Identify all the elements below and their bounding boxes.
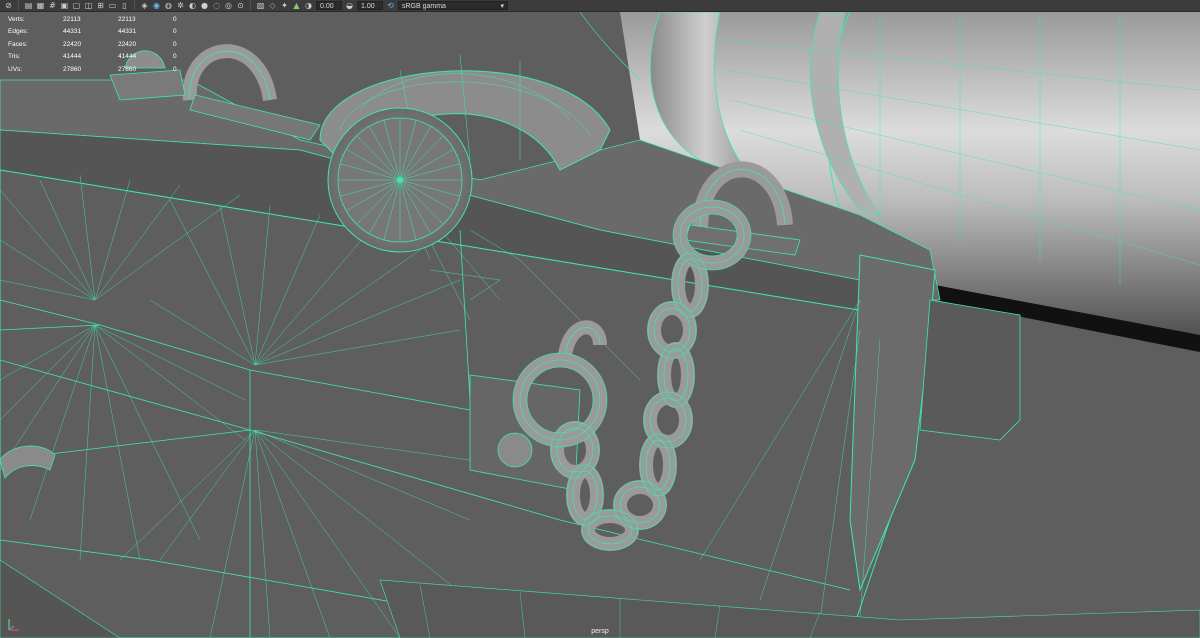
perspective-viewport[interactable] [0, 12, 1200, 638]
exposure-icon[interactable]: ◑ [304, 1, 313, 10]
bookmark-icon[interactable]: ▤ [24, 1, 33, 10]
gamma-field[interactable]: 1.00 [357, 1, 383, 10]
hud-label: Tris: [8, 53, 21, 61]
backface-icon[interactable]: ▲ [292, 1, 301, 10]
hud-value: 0 [173, 15, 177, 23]
motion-blur-icon[interactable]: ◌ [212, 1, 221, 10]
color-space-label: sRGB gamma [402, 3, 446, 10]
color-space-select[interactable]: sRGB gamma ▾ [398, 1, 508, 10]
hud-value: 22420 [63, 40, 82, 48]
hud-value: 44331 [63, 28, 82, 36]
hud-label: Edges: [8, 28, 29, 36]
smooth-shade-icon[interactable]: ◉ [152, 1, 161, 10]
ambient-occlusion-icon[interactable]: ● [200, 1, 209, 10]
hud-value: 41444 [118, 53, 137, 61]
hud-value: 22420 [118, 40, 137, 48]
toolbar-divider [134, 1, 135, 10]
hud-label: UVs: [8, 65, 23, 73]
film-gate-icon[interactable]: ▣ [60, 1, 69, 10]
hud-row-tris: Tris: 41444 41444 0 [8, 51, 193, 64]
hud-value: 27860 [63, 65, 82, 73]
hud-row-verts: Verts: 22113 22113 0 [8, 13, 193, 26]
field-chart-icon[interactable]: ⊞ [96, 1, 105, 10]
chevron-down-icon: ▾ [500, 3, 504, 10]
hud-label: Verts: [8, 15, 25, 23]
hud-row-uvs: UVs: 27860 27860 0 [8, 63, 193, 76]
hud-value: 22113 [63, 15, 81, 23]
hud-value: 22113 [118, 15, 136, 23]
safe-title-icon[interactable]: ▯ [120, 1, 129, 10]
hud-value: 27860 [118, 65, 137, 73]
hud-value: 44331 [118, 28, 137, 36]
grid-icon[interactable]: # [48, 1, 57, 10]
gamma-icon[interactable]: ◒ [345, 1, 354, 10]
textured-icon[interactable]: ◍ [164, 1, 173, 10]
anti-alias-icon[interactable]: ◎ [224, 1, 233, 10]
hud-label: Faces: [8, 40, 28, 48]
exposure-field[interactable]: 0.00 [316, 1, 342, 10]
camera-name-label: persp [591, 628, 609, 635]
toolbar-divider [250, 1, 251, 10]
isolate-icon[interactable]: ▨ [256, 1, 265, 10]
toolbar-divider [18, 1, 19, 10]
resolution-gate-icon[interactable]: ▢ [72, 1, 81, 10]
gate-mask-icon[interactable]: ◫ [84, 1, 93, 10]
hud-value: 0 [173, 53, 177, 61]
shadows-icon[interactable]: ◐ [188, 1, 197, 10]
view-axis-icon [8, 619, 19, 631]
depth-of-field-icon[interactable]: ⊙ [236, 1, 245, 10]
hud-value: 41444 [63, 53, 82, 61]
image-plane-icon[interactable]: ▦ [36, 1, 45, 10]
safe-action-icon[interactable]: ▭ [108, 1, 117, 10]
hud-value: 0 [173, 40, 177, 48]
xray-joints-icon[interactable]: ✦ [280, 1, 289, 10]
xray-icon[interactable]: ◇ [268, 1, 277, 10]
color-management-icon[interactable]: ⟲ [386, 1, 395, 10]
hud-value: 0 [173, 65, 177, 73]
hud-row-faces: Faces: 22420 22420 0 [8, 38, 193, 51]
scene-render [0, 12, 1200, 638]
lights-icon[interactable]: ✲ [176, 1, 185, 10]
wireframe-icon[interactable]: ◈ [140, 1, 149, 10]
camera-icon[interactable]: ⊘ [4, 1, 13, 10]
hud-value: 0 [173, 28, 177, 36]
hud-row-edges: Edges: 44331 44331 0 [8, 26, 193, 39]
poly-count-hud: Verts: 22113 22113 0 Edges: 44331 44331 … [8, 13, 193, 76]
viewport-toolbar: ⊘ ▤ ▦ # ▣ ▢ ◫ ⊞ ▭ ▯ ◈ ◉ ◍ ✲ ◐ ● ◌ ◎ ⊙ ▨ … [0, 0, 1200, 12]
